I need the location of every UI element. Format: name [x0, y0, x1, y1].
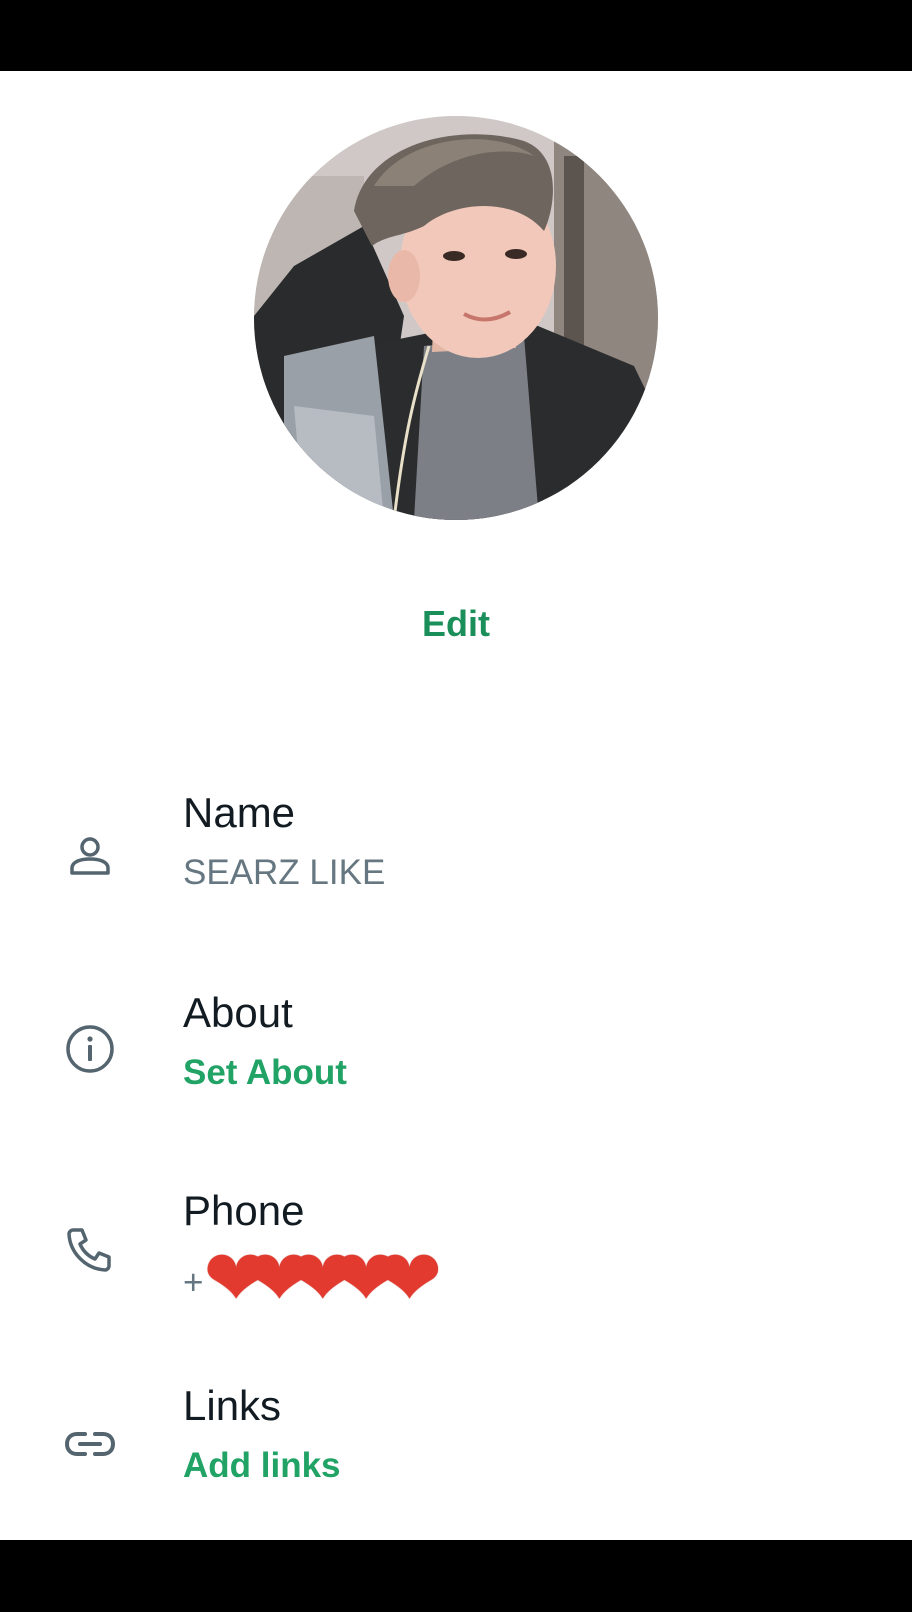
- name-row[interactable]: Name SEARZ LIKE: [0, 781, 912, 931]
- phone-label: Phone: [183, 1187, 305, 1234]
- about-label: About: [183, 989, 293, 1036]
- links-row[interactable]: Links Add links: [0, 1376, 912, 1526]
- phone-value: +❤❤❤❤❤: [183, 1234, 442, 1330]
- edit-photo-link[interactable]: Edit: [0, 603, 912, 645]
- profile-screen: Edit Name SEARZ LIKE About Set About Pho…: [0, 71, 912, 1540]
- links-label: Links: [183, 1382, 282, 1429]
- phone-icon: [62, 1221, 118, 1277]
- profile-avatar[interactable]: [254, 116, 658, 520]
- profile-photo: [254, 116, 658, 520]
- info-icon: [62, 1021, 118, 1077]
- person-icon: [62, 829, 118, 885]
- navigation-bar: [0, 1540, 912, 1612]
- add-links-link[interactable]: Add links: [183, 1446, 341, 1486]
- phone-row[interactable]: Phone +❤❤❤❤❤: [0, 1181, 912, 1331]
- name-value: SEARZ LIKE: [183, 853, 386, 892]
- phone-prefix: +: [183, 1262, 204, 1302]
- link-icon: [62, 1416, 118, 1472]
- name-label: Name: [183, 789, 296, 836]
- heart-emoji: ❤❤❤❤❤: [203, 1234, 442, 1322]
- status-bar: [0, 0, 912, 71]
- about-row[interactable]: About Set About: [0, 981, 912, 1131]
- set-about-link[interactable]: Set About: [183, 1053, 347, 1093]
